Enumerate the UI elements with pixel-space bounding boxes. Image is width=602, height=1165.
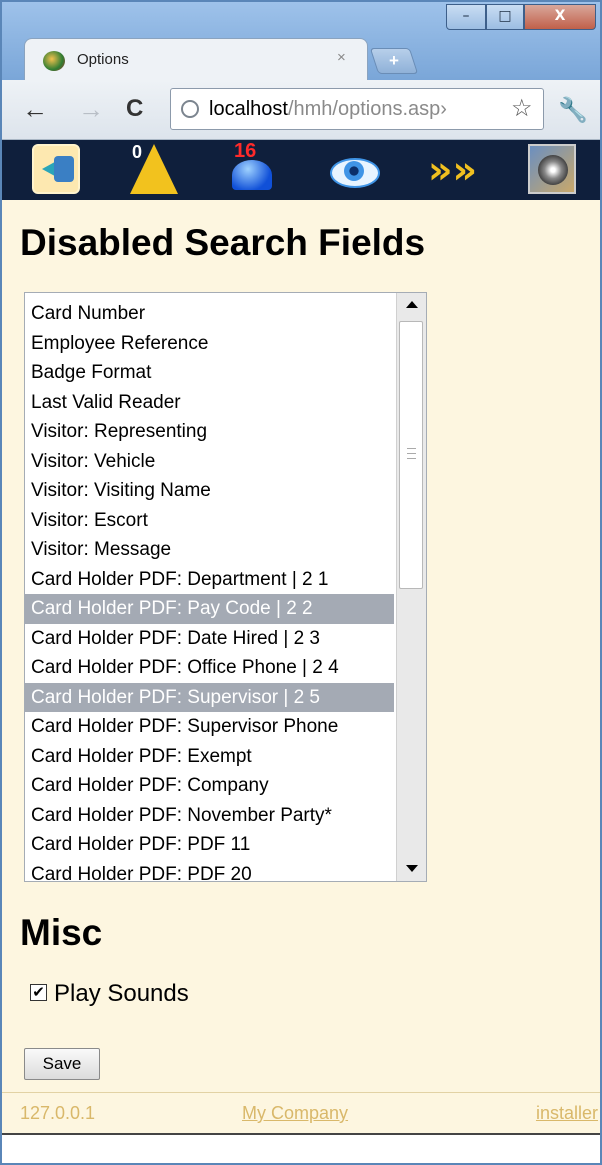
- list-item[interactable]: Card Holder PDF: Office Phone | 2 4: [25, 653, 394, 683]
- url-text[interactable]: localhost/hmh/options.asp›: [209, 98, 447, 121]
- play-sounds-checkbox[interactable]: ✔: [30, 984, 47, 1001]
- scroll-thumb[interactable]: [399, 321, 423, 589]
- minimize-button[interactable]: –: [446, 4, 486, 30]
- forward-button[interactable]: →: [78, 96, 104, 122]
- page-footer: 127.0.0.1 My Company installer: [2, 1092, 600, 1132]
- scroll-up-arrow-icon[interactable]: [397, 293, 427, 317]
- list-items: Card Number Employee Reference Badge Forma…: [25, 299, 394, 889]
- minimize-icon: –: [462, 8, 470, 24]
- scroll-down-arrow-icon[interactable]: [397, 857, 427, 881]
- page-title: Disabled Search Fields: [20, 222, 426, 263]
- list-item[interactable]: Visitor: Visiting Name: [25, 476, 394, 506]
- list-item[interactable]: Card Number: [25, 299, 394, 329]
- bookmark-star-icon[interactable]: ☆: [511, 94, 533, 123]
- list-item[interactable]: Visitor: Escort: [25, 506, 394, 536]
- list-item[interactable]: Visitor: Message: [25, 535, 394, 565]
- alarms-count-badge: 16: [234, 140, 257, 162]
- globe-icon: [181, 100, 199, 118]
- server-ip: 127.0.0.1: [20, 1103, 96, 1123]
- contacts-icon[interactable]: [32, 144, 80, 194]
- list-item[interactable]: Visitor: Representing: [25, 417, 394, 447]
- user-link[interactable]: installer: [536, 1103, 598, 1124]
- misc-section-title: Misc: [20, 912, 103, 953]
- address-bar[interactable]: localhost/hmh/options.asp› ☆: [170, 88, 544, 130]
- plus-icon: +: [389, 51, 399, 70]
- company-link[interactable]: My Company: [242, 1103, 348, 1124]
- app-icon-bar: 0 16: [2, 140, 600, 200]
- alerts-count-badge: 0: [132, 142, 143, 162]
- list-item[interactable]: Card Holder PDF: PDF 11: [25, 830, 394, 860]
- list-scrollbar[interactable]: [396, 293, 426, 881]
- maximize-icon: □: [498, 8, 512, 24]
- maximize-button[interactable]: □: [486, 4, 524, 30]
- disabled-search-fields-list[interactable]: Card Number Employee Reference Badge Forma…: [24, 292, 427, 885]
- save-button[interactable]: Save: [24, 1048, 100, 1080]
- close-window-button[interactable]: X: [524, 4, 596, 30]
- tab-close-icon[interactable]: ×: [337, 49, 346, 66]
- browser-window: – □ X Options × + ← → C localhost/hmh/op…: [0, 0, 602, 1165]
- list-item[interactable]: Employee Reference: [25, 329, 394, 359]
- back-button[interactable]: ←: [22, 96, 48, 122]
- title-bar: – □ X Options × +: [2, 2, 600, 80]
- play-sounds-label[interactable]: Play Sounds: [54, 980, 189, 1008]
- eye-icon[interactable]: [328, 144, 380, 194]
- list-item[interactable]: Card Holder PDF: Supervisor | 2 5: [25, 682, 394, 712]
- reload-button[interactable]: C: [126, 96, 143, 122]
- list-item[interactable]: Card Holder PDF: Pay Code | 2 2: [25, 594, 394, 624]
- fast-forward-icon[interactable]: [426, 144, 477, 194]
- grip-icon: [407, 448, 416, 459]
- close-icon: X: [554, 8, 566, 24]
- list-item[interactable]: Visitor: Vehicle: [25, 447, 394, 477]
- new-tab-button[interactable]: +: [369, 48, 419, 74]
- url-host: localhost: [209, 98, 288, 120]
- favicon-icon: [43, 51, 65, 71]
- list-item[interactable]: Card Holder PDF: Department | 2 1: [25, 565, 394, 595]
- list-item[interactable]: Card Holder PDF: Exempt: [25, 742, 394, 772]
- list-item[interactable]: Card Holder PDF: November Party*: [25, 801, 394, 831]
- list-item[interactable]: Card Holder PDF: PDF 20: [25, 860, 394, 890]
- list-item[interactable]: Badge Format: [25, 358, 394, 388]
- url-path: /hmh/options.asp›: [287, 98, 447, 120]
- tab-options[interactable]: Options ×: [24, 38, 368, 80]
- page-content: 0 16 Disabled Search Fields Card NumberE…: [2, 140, 600, 1092]
- camera-icon[interactable]: [528, 144, 576, 194]
- browser-toolbar: ← → C localhost/hmh/options.asp› ☆ 🔧: [2, 80, 600, 140]
- list-item[interactable]: Card Holder PDF: Company: [25, 771, 394, 801]
- list-item[interactable]: Card Holder PDF: Supervisor Phone: [25, 712, 394, 742]
- status-bar: [2, 1133, 600, 1163]
- list-item[interactable]: Card Holder PDF: Date Hired | 2 3: [25, 624, 394, 654]
- list-item[interactable]: Last Valid Reader: [25, 388, 394, 418]
- tab-title: Options: [77, 51, 129, 68]
- wrench-menu-icon[interactable]: 🔧: [558, 96, 588, 125]
